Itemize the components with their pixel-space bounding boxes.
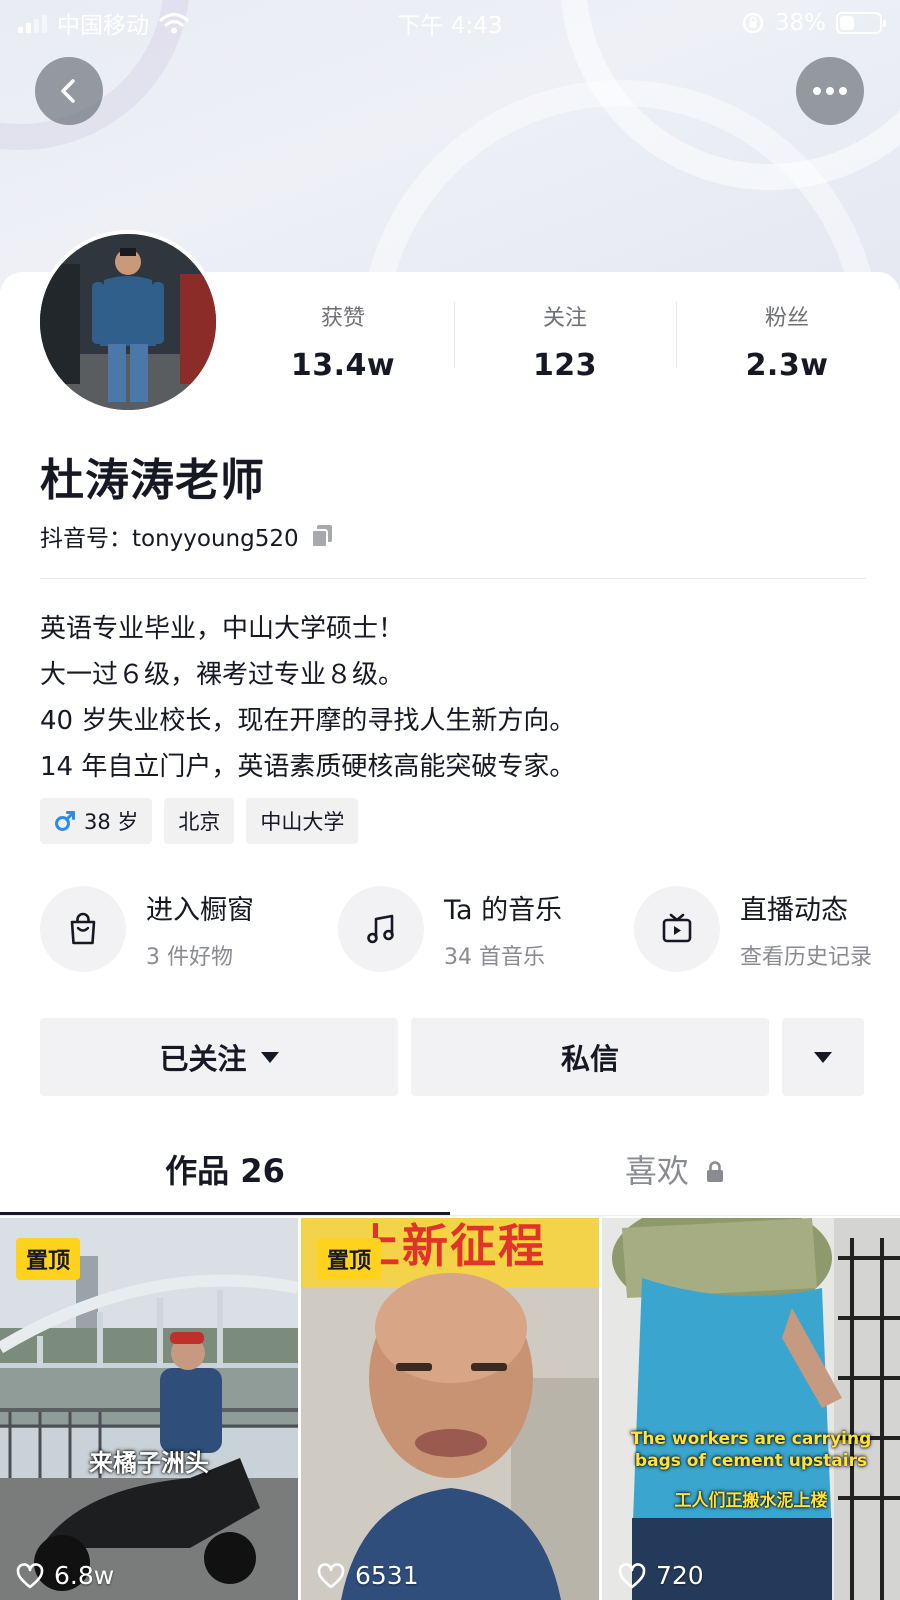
entry-subtitle: 3 件好物 xyxy=(146,944,233,970)
bio-line: 14 年自立门户，英语素质硬核高能突破专家。 xyxy=(40,752,576,782)
battery-icon xyxy=(836,12,886,34)
tab-divider xyxy=(0,1215,900,1216)
signal-icon xyxy=(18,13,47,33)
video-cover-image xyxy=(602,1218,900,1600)
profile-tags: 38 岁 北京 中山大学 xyxy=(40,798,359,844)
douyin-id-text: 抖音号：tonyyoung520 xyxy=(40,526,299,552)
caret-down-icon xyxy=(814,1051,832,1063)
heart-outline-icon xyxy=(317,1562,345,1588)
video-caption: 来橘子洲头 xyxy=(89,1449,209,1477)
stat-value: 123 xyxy=(532,348,598,383)
wifi-icon xyxy=(159,12,189,34)
message-label: 私信 xyxy=(560,1042,619,1076)
stat-value: 13.4w xyxy=(290,348,396,383)
expand-recommend-button[interactable] xyxy=(782,1018,864,1096)
bio-line: 40 岁失业校长，现在开摩的寻找人生新方向。 xyxy=(40,706,576,736)
stat-label: 关注 xyxy=(542,306,587,331)
caret-down-icon xyxy=(260,1051,279,1063)
profile-name: 杜涛涛老师 xyxy=(40,455,265,506)
entry-subtitle: 查看历史记录 xyxy=(740,944,873,970)
following-label: 已关注 xyxy=(159,1042,247,1076)
copy-icon[interactable] xyxy=(309,523,335,549)
entry-subtitle: 34 首音乐 xyxy=(444,944,545,970)
bio: 英语专业毕业，中山大学硕士！ 大一过６级，裸考过专业８级。 40 岁失业校长，现… xyxy=(40,606,880,790)
music-note-icon xyxy=(367,914,394,944)
tab-works[interactable]: 作品 26 xyxy=(0,1136,450,1206)
bio-line: 大一过６级，裸考过专业８级。 xyxy=(40,660,405,690)
entry-live[interactable]: 直播动态 查看历史记录 xyxy=(634,886,872,972)
avatar[interactable] xyxy=(36,230,220,414)
tab-likes[interactable]: 喜欢 xyxy=(450,1136,900,1206)
bio-line: 英语专业毕业，中山大学硕士！ xyxy=(40,614,405,644)
heart-outline-icon xyxy=(16,1562,44,1588)
tag-city: 北京 xyxy=(164,798,235,844)
shopping-bag-icon xyxy=(70,912,96,945)
rotation-lock-icon xyxy=(742,12,764,34)
stat-value: 2.3w xyxy=(745,348,829,383)
entry-title: 进入橱窗 xyxy=(146,894,254,926)
back-button[interactable] xyxy=(35,57,103,125)
carrier-name: 中国移动 xyxy=(57,13,149,39)
stat-likes[interactable]: 获赞 13.4w xyxy=(232,298,454,388)
entry-icon-wrap xyxy=(40,886,126,972)
video-caption-chinese: 工人们正搬水泥上楼 xyxy=(674,1491,828,1511)
more-options-button[interactable] xyxy=(796,57,864,125)
tag-age: 38 岁 xyxy=(40,798,153,844)
stat-followers[interactable]: 粉丝 2.3w xyxy=(676,298,898,388)
stat-label: 粉丝 xyxy=(764,306,809,331)
stat-following[interactable]: 关注 123 xyxy=(454,298,676,388)
status-bar: 中国移动 下午 4:43 38% xyxy=(0,0,900,46)
tag-school: 中山大学 xyxy=(246,798,359,844)
video-grid: 置顶 来橘子洲头 6.8w 上新征程 置顶 6531 The workers a… xyxy=(0,1218,900,1600)
chevron-left-icon xyxy=(61,79,75,103)
heart-outline-icon xyxy=(618,1562,646,1588)
content-tabs: 作品 26 喜欢 xyxy=(0,1136,900,1216)
profile-actions: 已关注 私信 xyxy=(40,1018,864,1096)
video-thumbnail[interactable]: 置顶 来橘子洲头 6.8w xyxy=(0,1218,298,1600)
entry-music[interactable]: Ta 的音乐 34 首音乐 xyxy=(338,886,562,972)
video-thumbnail[interactable]: 上新征程 置顶 6531 xyxy=(301,1218,599,1600)
following-button[interactable]: 已关注 xyxy=(40,1018,398,1096)
clock: 下午 4:43 xyxy=(397,13,503,39)
pinned-badge: 置顶 xyxy=(16,1238,81,1280)
video-likes: 6.8w xyxy=(16,1561,114,1590)
divider xyxy=(40,578,866,579)
entry-title: 直播动态 xyxy=(740,894,848,926)
lock-icon xyxy=(707,1161,724,1182)
entry-icon-wrap xyxy=(338,886,424,972)
avatar-image xyxy=(40,234,216,410)
entry-title: Ta 的音乐 xyxy=(444,894,563,926)
battery-percent: 38% xyxy=(774,10,826,36)
stat-label: 获赞 xyxy=(320,306,365,331)
message-button[interactable]: 私信 xyxy=(411,1018,769,1096)
video-likes: 6531 xyxy=(317,1561,419,1590)
douyin-id[interactable]: 抖音号：tonyyoung520 xyxy=(40,519,335,553)
entry-showcase[interactable]: 进入橱窗 3 件好物 xyxy=(40,886,254,972)
feature-entries: 进入橱窗 3 件好物 Ta 的音乐 34 首音乐 直播动态 查看历史记录 xyxy=(40,886,900,986)
video-thumbnail[interactable]: The workers are carrying bags of cement … xyxy=(602,1218,900,1600)
tv-play-icon xyxy=(662,913,692,943)
more-horizontal-icon xyxy=(813,87,847,95)
pinned-badge: 置顶 xyxy=(317,1238,382,1280)
video-caption-english: The workers are carrying bags of cement … xyxy=(630,1429,872,1471)
tab-likes-label: 喜欢 xyxy=(624,1152,689,1190)
profile-stats: 获赞 13.4w 关注 123 粉丝 2.3w xyxy=(232,298,898,388)
video-likes: 720 xyxy=(618,1561,704,1590)
entry-icon-wrap xyxy=(634,886,720,972)
male-icon xyxy=(55,811,75,831)
